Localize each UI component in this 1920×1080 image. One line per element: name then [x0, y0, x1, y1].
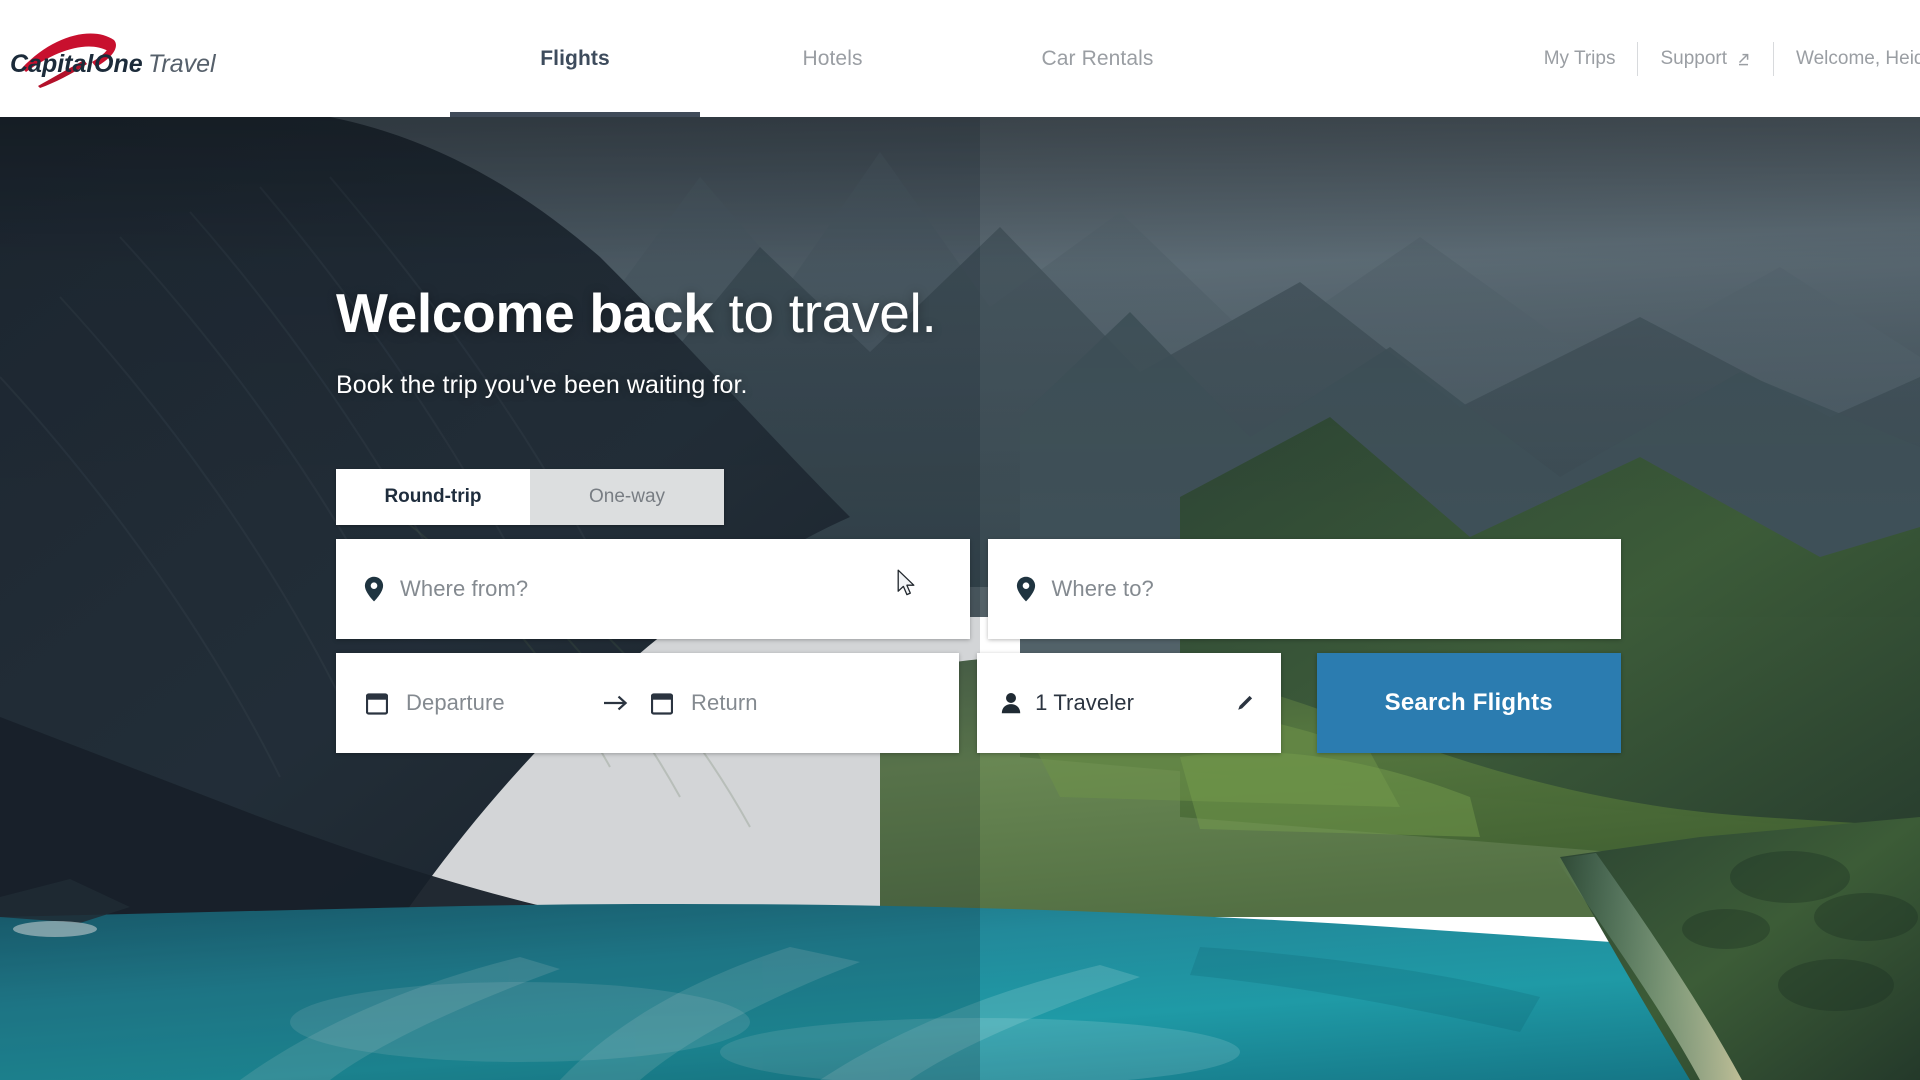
- trip-type-one-way[interactable]: One-way: [530, 469, 724, 525]
- capital-one-travel-logo[interactable]: Capital One Travel: [8, 28, 238, 90]
- location-fields-row: Where from? Where to?: [336, 539, 1621, 639]
- nav-tab-hotels[interactable]: Hotels: [700, 0, 965, 117]
- nav-my-trips[interactable]: My Trips: [1522, 48, 1638, 70]
- origin-field[interactable]: Where from?: [336, 539, 970, 639]
- calendar-icon: [650, 692, 674, 715]
- origin-placeholder: Where from?: [400, 576, 529, 601]
- page-title: Welcome back to travel.: [336, 282, 937, 344]
- return-date-field[interactable]: Return: [650, 690, 758, 716]
- nav-tab-car-rentals[interactable]: Car Rentals: [965, 0, 1230, 117]
- secondary-navigation: My Trips Support Welcome, Heidy: [1522, 0, 1920, 117]
- svg-text:Capital: Capital: [10, 50, 94, 78]
- travelers-field[interactable]: 1 Traveler: [977, 653, 1281, 753]
- arrow-right-icon: [581, 694, 651, 712]
- dates-travelers-row: Departure Return 1 Traveler Search Fligh…: [336, 653, 1621, 753]
- location-pin-icon: [364, 576, 384, 602]
- page-title-bold: Welcome back: [336, 282, 714, 344]
- hero-copy: Welcome back to travel. Book the trip yo…: [336, 282, 937, 400]
- travelers-value: 1 Traveler: [1035, 690, 1134, 715]
- trip-type-round-trip[interactable]: Round-trip: [336, 469, 530, 525]
- calendar-icon: [365, 692, 389, 715]
- svg-text:Travel: Travel: [148, 50, 217, 78]
- hero-section: Welcome back to travel. Book the trip yo…: [0, 117, 1920, 1080]
- departure-date-field[interactable]: Departure: [365, 690, 581, 716]
- site-header: Capital One Travel Flights Hotels Car Re…: [0, 0, 1920, 117]
- trip-type-one-way-label: One-way: [588, 486, 666, 507]
- external-link-icon: [1736, 51, 1751, 66]
- page-title-light: to travel.: [713, 282, 937, 344]
- trip-type-round-trip-label: Round-trip: [384, 486, 482, 507]
- destination-placeholder: Where to?: [1051, 576, 1154, 601]
- page-subtitle: Book the trip you've been waiting for.: [336, 370, 748, 399]
- date-range-field: Departure Return: [336, 653, 960, 753]
- primary-navigation: Flights Hotels Car Rentals: [450, 0, 1230, 117]
- nav-my-trips-label: My Trips: [1543, 47, 1616, 69]
- nav-tab-hotels-label: Hotels: [802, 46, 863, 70]
- travelers-value-wrap: 1 Traveler: [1001, 690, 1234, 716]
- pencil-icon[interactable]: [1235, 693, 1255, 713]
- account-welcome-label[interactable]: Welcome, Heidy: [1774, 48, 1920, 70]
- nav-support[interactable]: Support: [1638, 48, 1773, 70]
- svg-text:One: One: [94, 50, 143, 78]
- return-placeholder: Return: [691, 690, 758, 715]
- search-flights-button[interactable]: Search Flights: [1316, 653, 1621, 753]
- destination-field[interactable]: Where to?: [987, 539, 1621, 639]
- nav-support-label: Support: [1660, 47, 1728, 69]
- nav-tab-car-rentals-label: Car Rentals: [1041, 46, 1154, 70]
- trip-type-toggle: Round-trip One-way: [336, 469, 724, 525]
- person-icon: [1001, 692, 1021, 714]
- nav-tab-flights[interactable]: Flights: [450, 0, 700, 117]
- departure-placeholder: Departure: [406, 690, 505, 715]
- logo-svg: Capital One Travel: [10, 33, 217, 88]
- nav-tab-flights-label: Flights: [540, 46, 610, 70]
- flight-search-widget: Round-trip One-way Where from? Where to?…: [336, 469, 1621, 753]
- location-pin-icon: [1016, 576, 1036, 602]
